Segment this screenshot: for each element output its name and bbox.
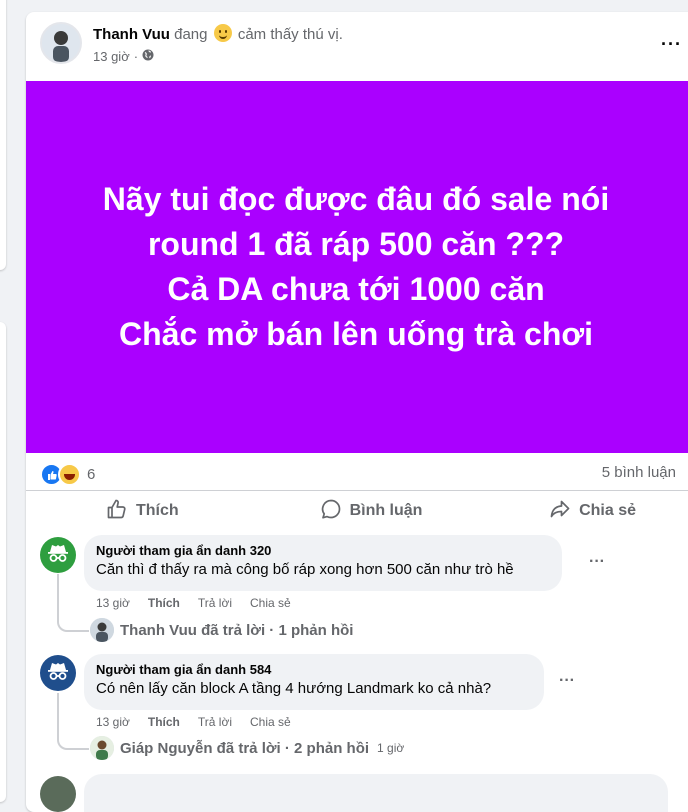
like-label: Thích bbox=[136, 502, 179, 519]
comment-share-link[interactable]: Chia sẻ bbox=[250, 715, 291, 729]
post-options-button[interactable]: ··· bbox=[661, 34, 682, 55]
banner-line: Nãy tui đọc được đâu đó sale nói bbox=[102, 181, 610, 217]
post-time[interactable]: 13 giờ bbox=[93, 49, 130, 64]
author-avatar[interactable] bbox=[40, 22, 82, 64]
haha-reaction-icon bbox=[58, 463, 81, 486]
comment-options-button[interactable]: ··· bbox=[589, 553, 605, 571]
share-button[interactable]: Chia sẻ bbox=[459, 491, 688, 531]
comment-like-link[interactable]: Thích bbox=[148, 596, 180, 610]
feeling-prefix: đang bbox=[174, 26, 208, 43]
reaction-count: 6 bbox=[87, 466, 96, 483]
thumbs-up-icon bbox=[106, 498, 128, 525]
comment-avatar-anonymous[interactable] bbox=[40, 655, 76, 691]
meta-separator: · bbox=[133, 49, 139, 64]
comment-text: Có nên lấy căn block A tầng 4 hướng Land… bbox=[96, 680, 492, 697]
post-header: Thanh Vuu đang cảm thấy thú vị. bbox=[93, 24, 343, 43]
comment-like-link[interactable]: Thích bbox=[148, 715, 180, 729]
comment-avatar[interactable] bbox=[40, 776, 76, 812]
comment-time[interactable]: 13 giờ bbox=[96, 596, 130, 610]
comment-bubble bbox=[84, 774, 668, 812]
incognito-icon bbox=[46, 543, 70, 568]
globe-icon bbox=[142, 49, 154, 64]
comment-author[interactable]: Người tham gia ẩn danh 320 bbox=[96, 543, 550, 558]
comment-reply-link[interactable]: Trả lời bbox=[198, 715, 232, 729]
left-column-card bbox=[0, 322, 6, 802]
comment-label: Bình luận bbox=[349, 502, 423, 519]
share-label: Chia sẻ bbox=[579, 502, 637, 519]
banner-line: round 1 đã ráp 500 căn ??? bbox=[147, 226, 565, 262]
comment-author[interactable]: Người tham gia ẩn danh 584 bbox=[96, 662, 532, 677]
replier-avatar bbox=[90, 736, 114, 760]
author-name[interactable]: Thanh Vuu bbox=[93, 26, 170, 43]
post-actions-bar: Thích Bình luận Chia sẻ bbox=[26, 490, 688, 531]
comment-bubble: Người tham gia ẩn danh 320 Căn thì đ thấ… bbox=[84, 535, 562, 591]
left-column-card bbox=[0, 0, 6, 270]
reply-thread-line bbox=[57, 693, 89, 750]
post-meta: 13 giờ · bbox=[93, 49, 154, 64]
feeling-text: cảm thấy thú vị. bbox=[237, 26, 343, 43]
comment-meta: 13 giờ Thích Trả lời Chia sẻ bbox=[96, 596, 291, 610]
incognito-icon bbox=[46, 661, 70, 686]
share-arrow-icon bbox=[549, 498, 571, 525]
replies-time: 1 giờ bbox=[377, 741, 405, 755]
comment-text: Căn thì đ thấy ra mà công bố ráp xong hơ… bbox=[96, 561, 514, 578]
smile-emoji-icon bbox=[213, 24, 232, 42]
like-button[interactable]: Thích bbox=[26, 491, 283, 531]
banner-line: Chắc mở bán lên uống trà chơi bbox=[119, 316, 593, 352]
replies-summary: Thanh Vuu đã trả lời · 1 phản hồi bbox=[120, 621, 354, 639]
replier-avatar bbox=[90, 618, 114, 642]
post-text-banner: Nãy tui đọc được đâu đó sale nói round 1… bbox=[26, 81, 688, 453]
reactions-summary[interactable]: 6 bbox=[40, 463, 95, 486]
view-replies-link[interactable]: Giáp Nguyễn đã trả lời · 2 phản hồi 1 gi… bbox=[90, 736, 404, 760]
comment-avatar-anonymous[interactable] bbox=[40, 537, 76, 573]
comment-bubble: Người tham gia ẩn danh 584 Có nên lấy că… bbox=[84, 654, 544, 710]
comments-count[interactable]: 5 bình luận bbox=[602, 464, 676, 481]
post-card: Thanh Vuu đang cảm thấy thú vị. 13 giờ ·… bbox=[26, 12, 688, 812]
comment-time[interactable]: 13 giờ bbox=[96, 715, 130, 729]
comment-reply-link[interactable]: Trả lời bbox=[198, 596, 232, 610]
replies-summary: Giáp Nguyễn đã trả lời · 2 phản hồi bbox=[120, 739, 370, 757]
comment-button[interactable]: Bình luận bbox=[283, 491, 460, 531]
comment-share-link[interactable]: Chia sẻ bbox=[250, 596, 291, 610]
view-replies-link[interactable]: Thanh Vuu đã trả lời · 1 phản hồi bbox=[90, 618, 353, 642]
banner-line: Cả DA chưa tới 1000 căn bbox=[167, 271, 545, 307]
comment-bubble-icon bbox=[320, 498, 342, 525]
comment-options-button[interactable]: ··· bbox=[559, 672, 575, 690]
reply-thread-line bbox=[57, 574, 89, 632]
comment-meta: 13 giờ Thích Trả lời Chia sẻ bbox=[96, 715, 291, 729]
